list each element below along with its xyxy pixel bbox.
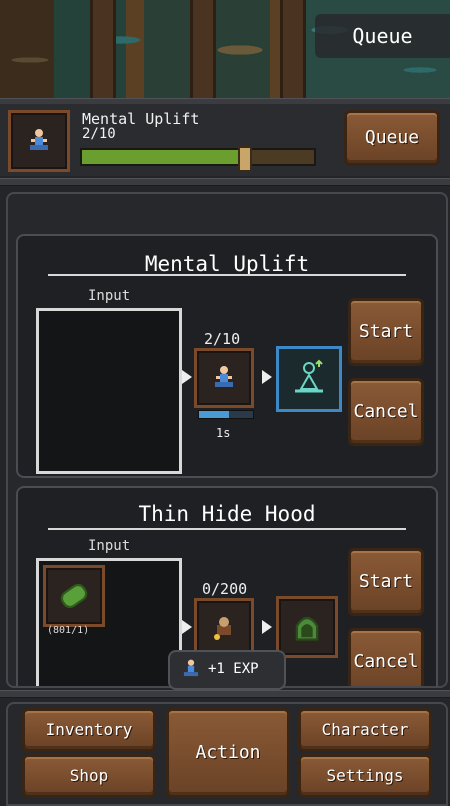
scene-queue-button[interactable]: Queue bbox=[315, 14, 450, 58]
card-title: Mental Uplift bbox=[144, 252, 310, 276]
scene-tree bbox=[90, 0, 116, 100]
meditation-icon bbox=[183, 659, 199, 677]
input-item-count: (801/1) bbox=[47, 625, 90, 636]
start-button[interactable]: Start bbox=[348, 298, 424, 366]
exp-toast-text: +1 EXP bbox=[208, 661, 259, 677]
queue-button[interactable]: Queue bbox=[344, 110, 440, 166]
shop-button[interactable]: Shop bbox=[22, 754, 156, 798]
craft-progress bbox=[198, 410, 254, 419]
arrow-right-icon bbox=[262, 620, 272, 634]
meditation-icon bbox=[30, 129, 48, 150]
divider bbox=[0, 178, 450, 186]
action-button[interactable]: Action bbox=[166, 708, 290, 798]
hide-icon bbox=[60, 583, 88, 609]
settings-button[interactable]: Settings bbox=[298, 754, 432, 798]
craft-progress-fill bbox=[199, 411, 229, 418]
scene-tree bbox=[280, 0, 306, 100]
output-slot[interactable] bbox=[276, 346, 342, 412]
card-title: Thin Hide Hood bbox=[138, 502, 316, 526]
craft-card-mental-uplift: Mental Uplift Input 2/10 1s Start Cancel bbox=[16, 234, 438, 478]
meditation-glow-icon bbox=[295, 359, 323, 393]
character-button[interactable]: Character bbox=[298, 708, 432, 752]
arrow-right-icon bbox=[182, 620, 192, 634]
action-icon-box bbox=[194, 598, 254, 658]
input-slot-area[interactable] bbox=[36, 308, 182, 474]
input-label: Input bbox=[88, 288, 131, 304]
crafting-icon bbox=[214, 617, 231, 640]
inventory-button[interactable]: Inventory bbox=[22, 708, 156, 752]
current-task-progress bbox=[80, 146, 316, 172]
card-divider bbox=[48, 274, 406, 276]
cancel-button[interactable]: Cancel bbox=[348, 378, 424, 446]
meditation-icon bbox=[215, 366, 233, 387]
current-task-icon-box bbox=[8, 110, 70, 172]
cancel-button[interactable]: Cancel bbox=[348, 628, 424, 686]
input-label: Input bbox=[88, 538, 131, 554]
game-scene: Queue bbox=[0, 0, 450, 100]
arrow-right-icon bbox=[182, 370, 192, 384]
craft-count: 0/200 bbox=[202, 580, 248, 598]
hood-icon bbox=[295, 616, 319, 641]
scene-tree bbox=[190, 0, 216, 100]
progress-knob bbox=[238, 146, 253, 172]
card-divider bbox=[48, 528, 406, 530]
arrow-right-icon bbox=[262, 370, 272, 384]
divider bbox=[0, 690, 450, 698]
output-slot[interactable] bbox=[276, 596, 338, 658]
current-task-progress-fill bbox=[82, 150, 245, 164]
input-slot-area[interactable]: (801/1) bbox=[36, 558, 182, 686]
craft-time: 1s bbox=[216, 426, 231, 440]
current-task-count: 2/10 bbox=[82, 126, 116, 142]
action-icon-box bbox=[194, 348, 254, 408]
start-button[interactable]: Start bbox=[348, 548, 424, 616]
crafting-panel[interactable]: Mental Uplift Input 2/10 1s Start Cancel… bbox=[6, 192, 448, 688]
craft-count: 2/10 bbox=[204, 330, 241, 348]
exp-toast: +1 EXP bbox=[168, 650, 286, 690]
input-item-slot[interactable] bbox=[43, 565, 105, 627]
